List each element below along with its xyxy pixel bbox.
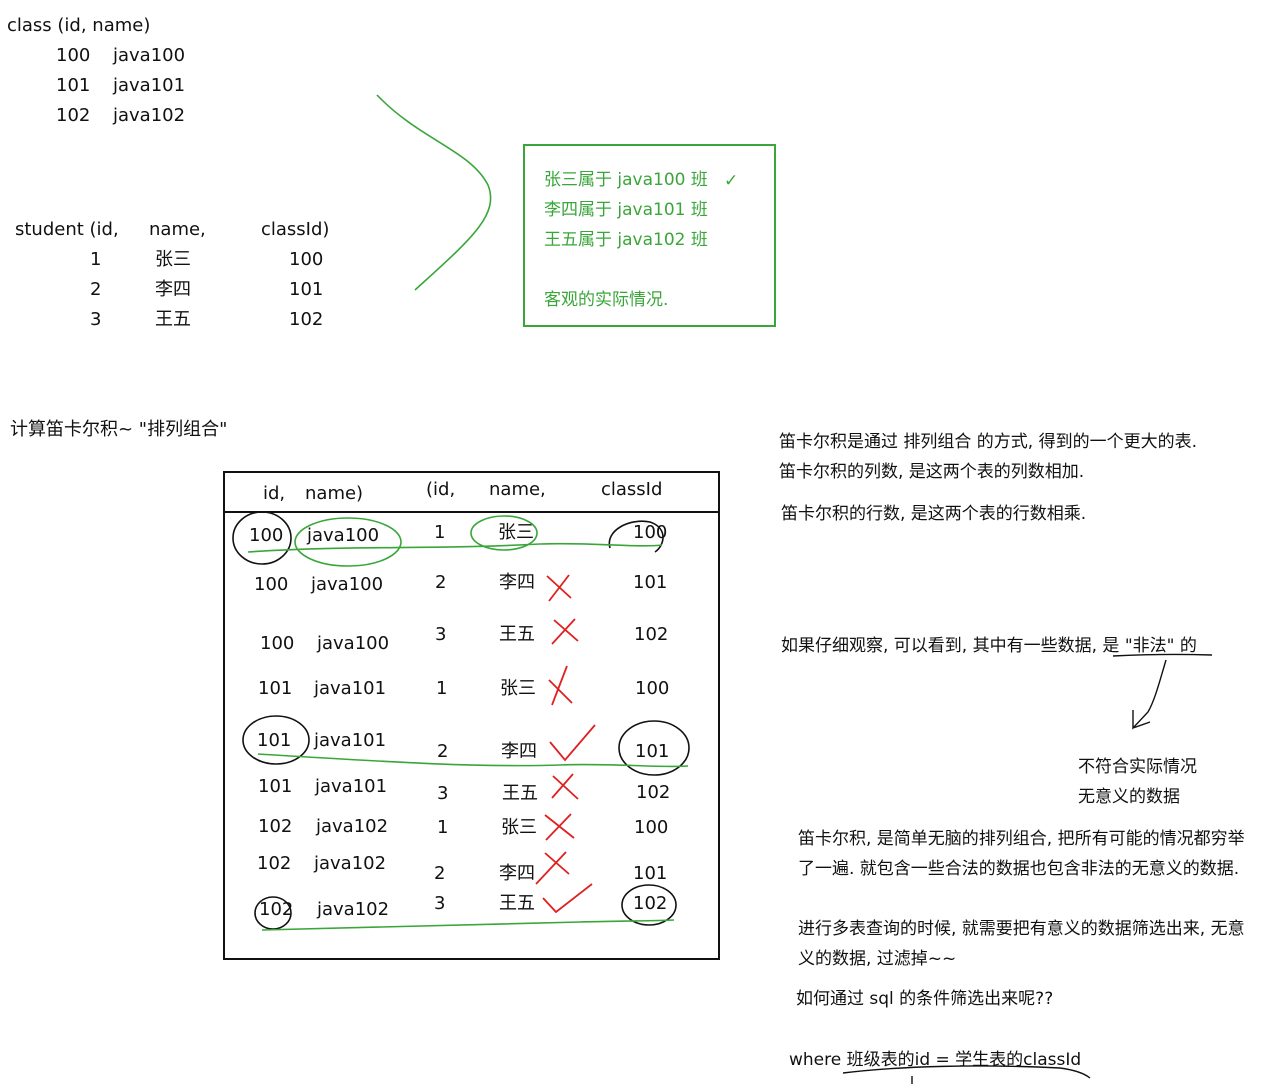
circle-mark-icon: [621, 884, 677, 926]
annotation-layer: [232, 94, 1213, 1084]
underline-icon: [247, 542, 663, 553]
underline-icon: [1112, 653, 1213, 657]
x-mark-icon: [546, 574, 572, 602]
x-mark-icon: [551, 773, 579, 800]
x-mark-icon: [551, 618, 579, 645]
arc-mark-icon: [608, 520, 664, 553]
check-mark-icon: [549, 724, 596, 762]
ellipse-mark-icon: [294, 517, 402, 567]
arrow-icon: [1132, 659, 1167, 730]
x-mark-icon: [535, 851, 570, 885]
x-mark-icon: [548, 665, 573, 706]
check-mark-icon: [542, 883, 593, 914]
underline-icon: [842, 1065, 1091, 1079]
circle-mark-icon: [254, 896, 292, 930]
brace-icon: [376, 94, 492, 291]
x-mark-icon: [544, 813, 575, 841]
underline-icon: [261, 919, 675, 931]
circle-mark-icon: [232, 511, 292, 565]
